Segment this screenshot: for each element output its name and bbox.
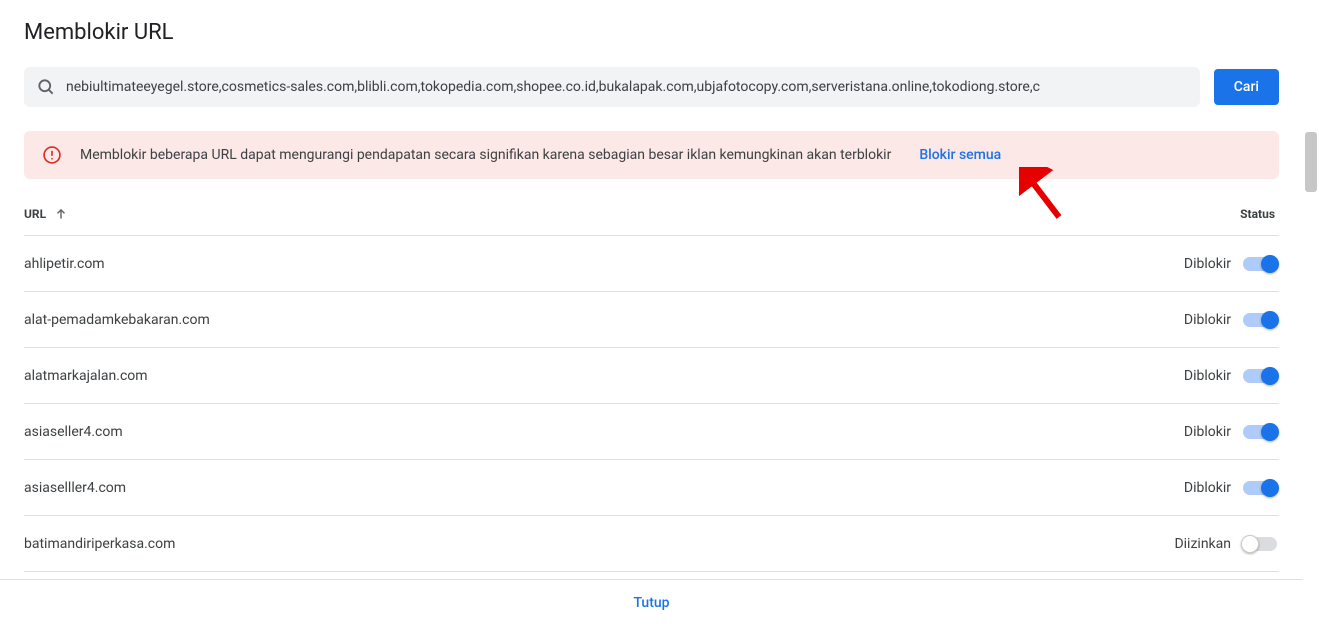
row-status-label: Diblokir	[1184, 312, 1231, 328]
status-toggle[interactable]	[1243, 425, 1277, 439]
row-url: asiaselller4.com	[24, 480, 126, 496]
row-right: Diblokir	[1184, 256, 1277, 272]
scrollbar-thumb[interactable]	[1305, 132, 1317, 192]
column-url[interactable]: URL	[24, 207, 68, 221]
column-url-label: URL	[24, 207, 46, 221]
search-input[interactable]	[66, 79, 1188, 95]
block-all-link[interactable]: Blokir semua	[919, 147, 1001, 163]
row-status-label: Diblokir	[1184, 368, 1231, 384]
search-icon	[36, 77, 56, 97]
row-url: asiaseller4.com	[24, 424, 123, 440]
row-status-label: Diblokir	[1184, 256, 1231, 272]
table-body: ahlipetir.comDiblokiralat-pemadamkebakar…	[24, 236, 1279, 572]
status-toggle[interactable]	[1243, 481, 1277, 495]
row-url: ahlipetir.com	[24, 256, 105, 272]
status-toggle[interactable]	[1243, 537, 1277, 551]
search-button[interactable]: Cari	[1214, 69, 1279, 105]
search-row: Cari	[24, 67, 1279, 107]
row-right: Diblokir	[1184, 312, 1277, 328]
footer: Tutup	[0, 579, 1303, 625]
status-toggle[interactable]	[1243, 369, 1277, 383]
close-link[interactable]: Tutup	[633, 595, 669, 611]
table-header: URL Status	[24, 207, 1279, 236]
row-status-label: Diblokir	[1184, 424, 1231, 440]
warning-alert: Memblokir beberapa URL dapat mengurangi …	[24, 131, 1279, 179]
row-right: Diblokir	[1184, 480, 1277, 496]
row-url: alatmarkajalan.com	[24, 368, 148, 384]
status-toggle[interactable]	[1243, 257, 1277, 271]
row-status-label: Diizinkan	[1174, 536, 1231, 552]
table-row: asiaseller4.com Diblokir	[24, 404, 1279, 460]
row-right: Diblokir	[1184, 368, 1277, 384]
search-box[interactable]	[24, 67, 1200, 107]
table-row: ahlipetir.com Diblokir	[24, 236, 1279, 292]
table-row: alat-pemadamkebakaran.com Diblokir	[24, 292, 1279, 348]
row-url: batimandiriperkasa.com	[24, 536, 175, 552]
table-row: alatmarkajalan.com Diblokir	[24, 348, 1279, 404]
table-row: batimandiriperkasa.com Diizinkan	[24, 516, 1279, 572]
row-right: Diizinkan	[1174, 536, 1277, 552]
page-title: Memblokir URL	[24, 20, 1279, 45]
status-toggle[interactable]	[1243, 313, 1277, 327]
warning-icon	[42, 145, 62, 165]
row-url: alat-pemadamkebakaran.com	[24, 312, 210, 328]
table-row: asiaselller4.com Diblokir	[24, 460, 1279, 516]
row-status-label: Diblokir	[1184, 480, 1231, 496]
column-status: Status	[1240, 207, 1275, 221]
alert-text: Memblokir beberapa URL dapat mengurangi …	[80, 147, 891, 163]
sort-ascending-icon	[54, 207, 68, 221]
row-right: Diblokir	[1184, 424, 1277, 440]
